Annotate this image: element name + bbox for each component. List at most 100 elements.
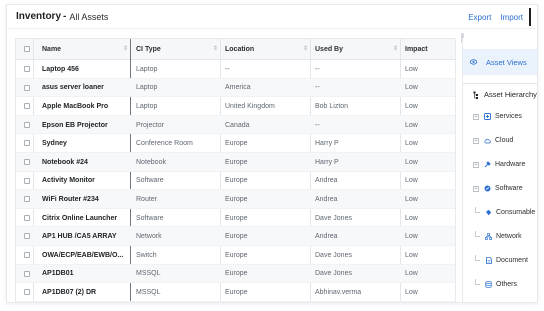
cell-name[interactable]: Epson EB Projector	[42, 116, 128, 135]
table-header: Name ⇕ CI Type ⇕ Location ⇕ Used By ⇕ Im…	[16, 39, 455, 60]
cell-location: Europe	[225, 177, 248, 185]
row-checkbox[interactable]	[24, 159, 30, 165]
cell-ci-type: Router	[136, 195, 158, 203]
document-icon	[485, 257, 492, 264]
table-row[interactable]: Laptop 456 Laptop -- -- Low	[16, 60, 455, 79]
cell-name[interactable]: AP1 HUB /CA5 ARRAY	[42, 227, 128, 246]
cell-name[interactable]: Activity Monitor	[42, 172, 128, 191]
select-all-checkbox[interactable]	[24, 46, 30, 52]
column-header-ci-type[interactable]: CI Type	[136, 39, 161, 60]
page-subtitle: All Assets	[69, 11, 109, 22]
sidebar-item-consumable[interactable]: Consumable	[485, 209, 535, 216]
sidebar-item-others[interactable]: Others	[485, 281, 517, 288]
sidebar-item-hardware[interactable]: + Hardware	[473, 161, 525, 168]
cell-location: Canada	[225, 121, 250, 129]
cell-name[interactable]: AP1DB01	[42, 265, 128, 284]
cell-name[interactable]: WiFi Router #234	[42, 190, 128, 209]
column-header-used-by[interactable]: Used By	[315, 39, 343, 60]
cell-name[interactable]: Laptop 456	[42, 60, 128, 79]
hardware-icon	[484, 161, 491, 168]
sidebar-divider	[463, 83, 537, 84]
row-checkbox[interactable]	[24, 121, 30, 128]
cell-used-by: --	[315, 84, 320, 92]
row-checkbox[interactable]	[24, 289, 30, 296]
sidebar-item-services[interactable]: + Services	[473, 113, 522, 120]
cell-name[interactable]: AP1DB07 (2) DR	[42, 283, 128, 302]
cell-name[interactable]: Notebook #24	[42, 153, 128, 172]
cell-used-by: Andrea	[315, 233, 338, 241]
row-checkbox[interactable]	[24, 214, 30, 221]
table-row[interactable]: Apple MacBook Pro Laptop United Kingdom Bob…	[16, 97, 455, 116]
cell-impact: Low	[405, 177, 418, 185]
cell-impact: Low	[405, 214, 418, 222]
page-title: Inventory	[16, 11, 62, 22]
expand-icon[interactable]: +	[473, 161, 479, 168]
sort-icon[interactable]: ⇕	[123, 45, 128, 52]
cell-location: Europe	[225, 140, 248, 148]
sidebar-item-network[interactable]: Network	[485, 233, 522, 240]
header-divider	[529, 8, 531, 26]
network-icon	[485, 233, 492, 240]
sort-icon[interactable]: ⇕	[393, 45, 398, 52]
row-checkbox[interactable]	[24, 270, 30, 277]
sidebar-item-cloud[interactable]: + Cloud	[473, 137, 513, 144]
title-separator: -	[63, 11, 67, 22]
hierarchy-icon	[473, 91, 480, 99]
table-row[interactable]: AP1DB01 MSSQL Europe Dave Jones Low	[16, 264, 455, 284]
sort-icon[interactable]: ⇕	[303, 45, 308, 52]
assets-table: Name ⇕ CI Type ⇕ Location ⇕ Used By ⇕ Im…	[15, 38, 456, 302]
table-row[interactable]: Epson EB Projector Projector Canada -- Low	[16, 115, 455, 135]
row-checkbox[interactable]	[24, 233, 30, 240]
cell-ci-type: Conference Room	[136, 140, 193, 148]
row-checkbox[interactable]	[24, 196, 30, 203]
row-checkbox[interactable]	[24, 103, 30, 110]
cell-ci-type: Notebook	[136, 158, 166, 166]
column-header-name[interactable]: Name	[42, 39, 61, 60]
column-header-location[interactable]: Location	[225, 39, 254, 60]
expand-icon[interactable]: +	[473, 113, 479, 120]
cell-impact: Low	[405, 233, 418, 241]
row-checkbox[interactable]	[24, 84, 30, 91]
sidebar-item-software[interactable]: + Software	[473, 185, 523, 192]
table-row[interactable]: AP1 HUB /CA5 ARRAY Network Europe Andrea Low	[16, 227, 455, 246]
cell-impact: Low	[405, 158, 418, 166]
table-row[interactable]: asus server loaner Laptop America -- Low	[16, 78, 455, 98]
sidebar-item-label: Software	[495, 185, 523, 192]
expand-icon[interactable]: +	[473, 185, 479, 192]
row-checkbox[interactable]	[24, 140, 30, 147]
table-row[interactable]: WiFi Router #234 Router Europe Andrea Low	[16, 190, 455, 209]
sort-icon[interactable]: ⇕	[213, 45, 218, 52]
cell-name[interactable]: asus server loaner	[42, 79, 128, 98]
cell-ci-type: MSSQL	[136, 270, 161, 278]
sidebar-item-document[interactable]: Document	[485, 257, 528, 264]
cell-used-by: Dave Jones	[315, 214, 352, 222]
table-row[interactable]: Citrix Online Launcher Software Europe Dave…	[16, 209, 455, 228]
cell-name[interactable]: OWA/ECP/EAB/EWB/O...	[42, 246, 128, 265]
cell-location: Europe	[225, 251, 248, 259]
export-button[interactable]: Export	[468, 13, 491, 22]
row-checkbox[interactable]	[24, 252, 30, 258]
row-checkbox[interactable]	[24, 66, 30, 72]
eye-icon	[470, 59, 477, 66]
cell-name[interactable]: Citrix Online Launcher	[42, 209, 128, 228]
cell-impact: Low	[405, 140, 418, 148]
table-row[interactable]: Notebook #24 Notebook Europe Harry P Low	[16, 153, 455, 172]
expand-icon[interactable]: +	[473, 137, 479, 144]
table-row[interactable]: Activity Monitor Software Europe Andrea Low	[16, 172, 455, 191]
row-checkbox[interactable]	[24, 177, 30, 184]
asset-views-item[interactable]: Asset Views	[463, 49, 537, 75]
cell-name[interactable]: Sydney	[42, 134, 128, 153]
column-header-impact[interactable]: Impact	[405, 39, 428, 60]
table-row[interactable]: Sydney Conference Room Europe Harry P Low	[16, 134, 455, 153]
cell-used-by: Dave Jones	[315, 270, 352, 278]
table-row[interactable]: AP1DB07 (2) DR MSSQL Europe Abhinav.verma Lo…	[16, 283, 455, 302]
import-button[interactable]: Import	[500, 13, 523, 22]
cell-name[interactable]: Apple MacBook Pro	[42, 97, 128, 116]
asset-views-label: Asset Views	[486, 57, 527, 67]
asset-hierarchy-heading[interactable]: Asset Hierarchy	[473, 90, 537, 99]
sidebar-item-label: Cloud	[495, 137, 514, 144]
asset-sidebar: Asset Views Asset Hierarchy + Services + Cl…	[462, 38, 537, 302]
table-row[interactable]: OWA/ECP/EAB/EWB/O... Switch Europe Dave Jon…	[16, 246, 455, 265]
sidebar-item-label: Consumable	[496, 209, 536, 216]
cell-impact: Low	[405, 288, 418, 296]
